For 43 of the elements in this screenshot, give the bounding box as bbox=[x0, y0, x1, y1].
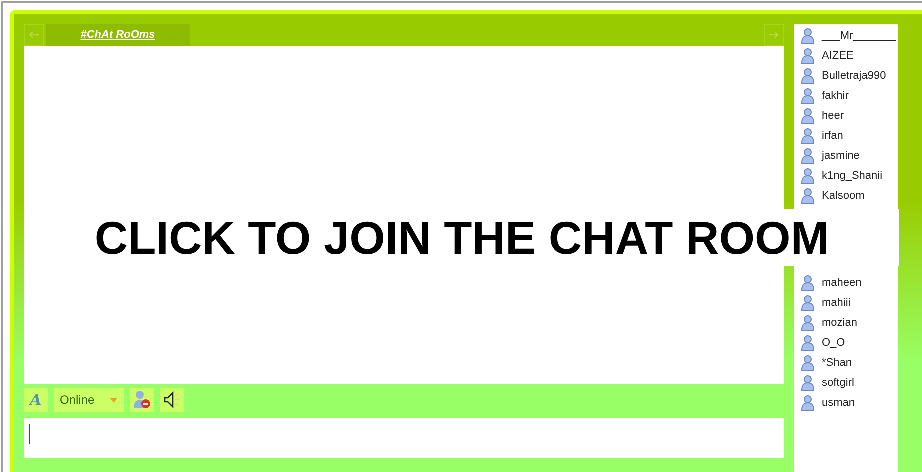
user-item[interactable]: usman bbox=[794, 393, 898, 413]
user-icon bbox=[801, 355, 815, 371]
user-icon bbox=[801, 375, 815, 391]
user-icon bbox=[801, 295, 815, 311]
right-arrow-icon bbox=[768, 31, 780, 39]
user-item[interactable]: *Shan bbox=[794, 353, 898, 373]
user-item[interactable]: jasmine bbox=[794, 146, 898, 166]
user-item[interactable]: Bulletraja990 bbox=[794, 66, 898, 86]
message-input[interactable] bbox=[24, 418, 784, 458]
user-item[interactable]: irfan bbox=[794, 126, 898, 146]
speaker-icon bbox=[162, 390, 182, 410]
scroll-right-button[interactable] bbox=[764, 24, 784, 46]
user-icon bbox=[801, 108, 815, 124]
user-icon bbox=[801, 68, 815, 84]
user-icon bbox=[801, 128, 815, 144]
user-item[interactable]: maheen bbox=[794, 273, 898, 293]
user-icon bbox=[801, 395, 815, 411]
user-icon bbox=[801, 148, 815, 164]
user-item[interactable]: mahiii bbox=[794, 293, 898, 313]
user-icon bbox=[801, 168, 815, 184]
status-dropdown[interactable]: Online bbox=[54, 388, 124, 412]
block-user-button[interactable] bbox=[130, 388, 154, 412]
user-item[interactable]: O_O bbox=[794, 333, 898, 353]
left-arrow-icon bbox=[28, 31, 40, 39]
user-item[interactable]: heer bbox=[794, 106, 898, 126]
user-item[interactable]: Kalsoom bbox=[794, 186, 898, 206]
scroll-left-button[interactable] bbox=[24, 24, 44, 46]
user-icon bbox=[801, 315, 815, 331]
user-icon bbox=[801, 275, 815, 291]
user-item[interactable]: k1ng_Shanii bbox=[794, 166, 898, 186]
user-icon bbox=[801, 335, 815, 351]
user-icon bbox=[801, 88, 815, 104]
user-item[interactable]: mozian bbox=[794, 313, 898, 333]
user-item[interactable]: AIZEE bbox=[794, 46, 898, 66]
user-icon bbox=[801, 28, 815, 44]
sound-button[interactable] bbox=[160, 388, 184, 412]
user-item[interactable]: fakhir bbox=[794, 86, 898, 106]
user-item[interactable]: softgirl bbox=[794, 373, 898, 393]
user-icon bbox=[801, 188, 815, 204]
user-block-icon bbox=[133, 390, 151, 410]
caret-icon bbox=[110, 398, 118, 402]
user-icon bbox=[801, 48, 815, 64]
user-item[interactable]: ___Mr_______ bbox=[794, 26, 898, 46]
